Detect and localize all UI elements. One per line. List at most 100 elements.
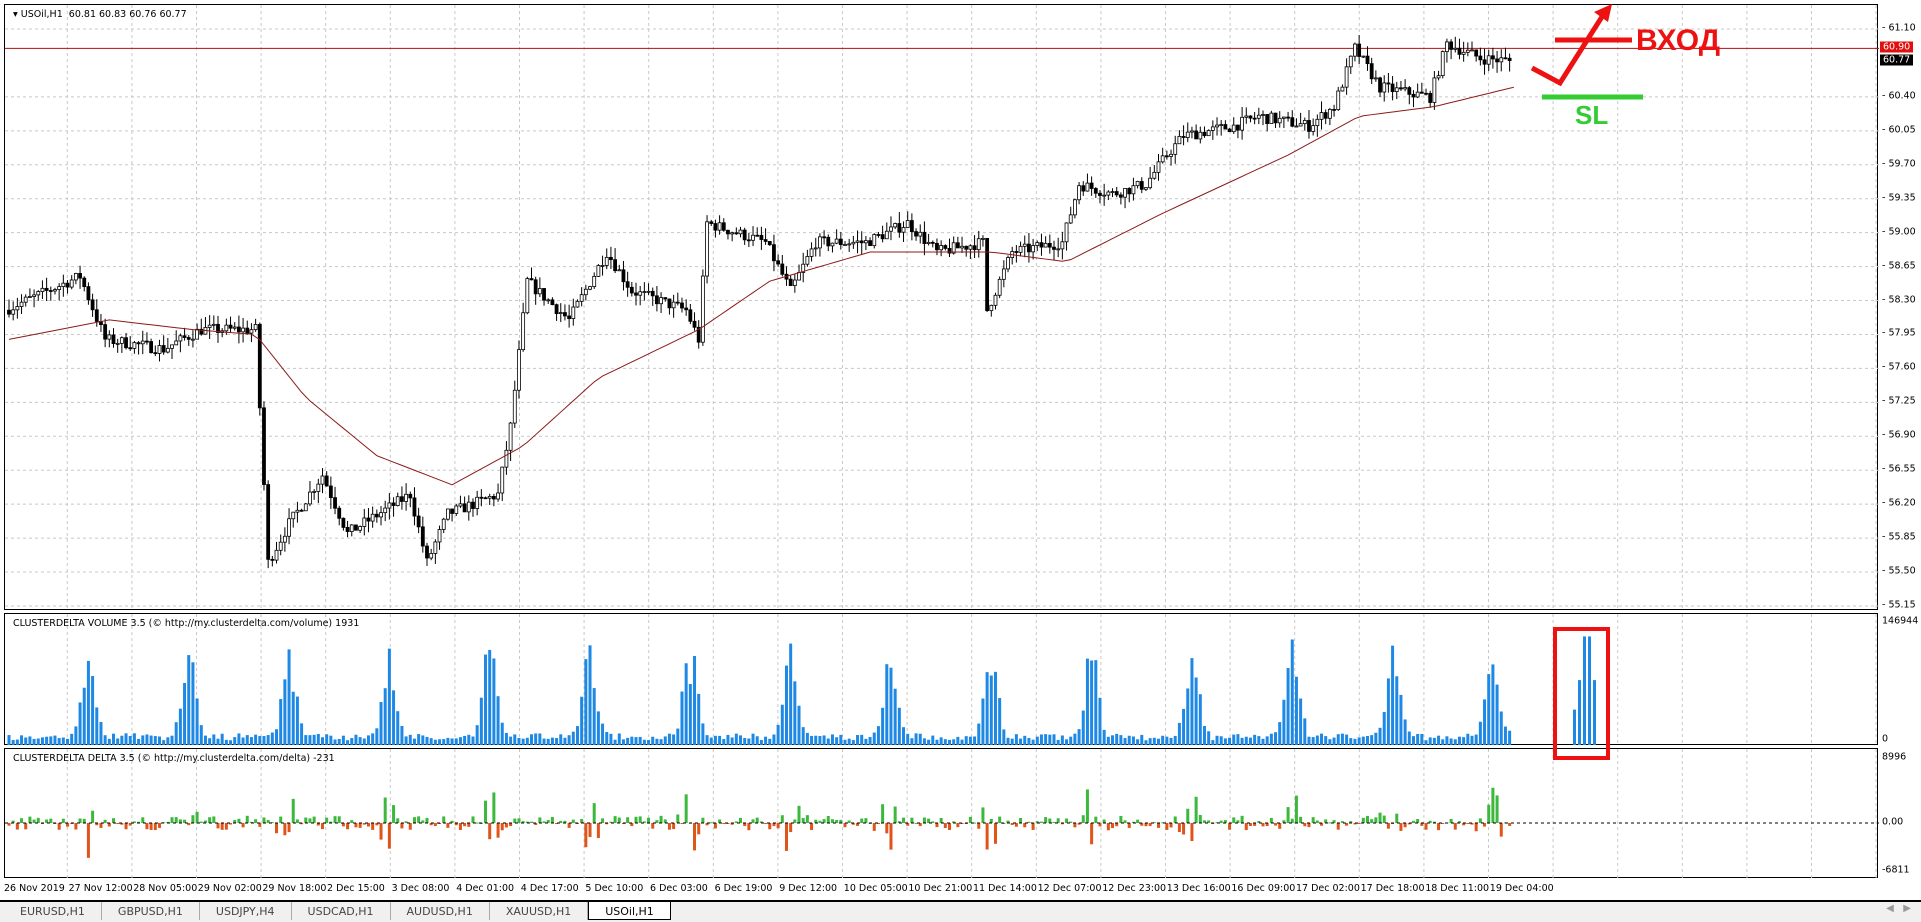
- volume-bar: [295, 696, 299, 745]
- candle-bull: [738, 229, 743, 235]
- candle-bear: [1273, 112, 1278, 124]
- candle-bull: [454, 505, 459, 514]
- tab-gbpusd-h1[interactable]: GBPUSD,H1: [102, 902, 200, 920]
- candle-bull: [1077, 185, 1081, 201]
- candle-bull: [1348, 55, 1353, 68]
- volume-bar: [642, 739, 646, 745]
- delta-indicator-pane[interactable]: CLUSTERDELTA DELTA 3.5 (© http://my.clus…: [4, 748, 1879, 879]
- candle-bear: [182, 335, 187, 338]
- tab-usoil-h1[interactable]: USOil,H1: [588, 902, 671, 920]
- candle-bear: [859, 240, 864, 244]
- candle-bull: [1436, 75, 1441, 79]
- candle-bull: [27, 296, 32, 298]
- tab-audusd-h1[interactable]: AUDUSD,H1: [391, 902, 490, 920]
- delta-bar-positive: [538, 817, 542, 823]
- candle-bear: [366, 517, 371, 522]
- delta-bar-positive: [981, 807, 985, 823]
- volume-bar: [429, 738, 433, 745]
- delta-bar-negative: [149, 823, 153, 830]
- candle-bull: [387, 502, 392, 509]
- volume-bar: [183, 682, 187, 745]
- candle-bear: [943, 245, 948, 249]
- volume-bar: [676, 728, 680, 745]
- delta-bar-negative: [1483, 823, 1487, 827]
- volume-bar: [998, 698, 1002, 745]
- delta-bar-positive: [32, 819, 36, 823]
- delta-bar-negative: [1437, 823, 1441, 831]
- volume-bar: [145, 734, 149, 745]
- tab-usdjpy-h4[interactable]: USDJPY,H4: [200, 902, 292, 920]
- candle-bull: [57, 286, 62, 290]
- delta-bar-positive: [1286, 807, 1290, 823]
- delta-bar-negative: [584, 823, 588, 848]
- candle-bull: [1152, 171, 1157, 179]
- candle-bull: [303, 503, 308, 512]
- delta-bar-negative: [1357, 823, 1361, 824]
- delta-bar-negative: [341, 823, 345, 827]
- delta-bar-negative: [789, 823, 793, 833]
- candle-bear: [763, 239, 768, 242]
- delta-bar-positive: [174, 817, 178, 823]
- volume-bar: [425, 736, 429, 745]
- volume-bar: [580, 696, 584, 745]
- candle-bull: [282, 535, 287, 543]
- volume-bar: [922, 738, 926, 745]
- candle-bull: [370, 513, 375, 522]
- delta-bar-positive: [262, 817, 266, 823]
- volume-bar: [868, 736, 872, 745]
- delta-bar-negative: [1386, 823, 1390, 829]
- volume-indicator-pane[interactable]: CLUSTERDELTA VOLUME 3.5 (© http://my.clu…: [4, 613, 1878, 746]
- delta-bar-negative: [885, 823, 889, 834]
- delta-bar-positive: [304, 817, 308, 823]
- candle-bull: [1106, 191, 1111, 196]
- candle-bull: [1336, 90, 1341, 111]
- candle-bear: [1449, 41, 1453, 50]
- volume-bar: [784, 665, 788, 745]
- delta-bar-negative: [764, 823, 768, 824]
- volume-bar: [103, 735, 107, 745]
- delta-bar-negative: [354, 823, 358, 828]
- candle-bull: [249, 329, 254, 334]
- tab-eurusd-h1[interactable]: EURUSD,H1: [4, 902, 102, 920]
- delta-bar-negative: [157, 823, 161, 828]
- candle-bear: [450, 508, 454, 514]
- candle-bull: [1415, 91, 1420, 98]
- volume-bar: [1391, 645, 1395, 745]
- candle-bear: [650, 290, 655, 297]
- volume-bar: [688, 684, 692, 745]
- volume-bar: [1144, 740, 1148, 745]
- tab-scroll-arrows[interactable]: ◀ ▶: [1886, 903, 1911, 914]
- volume-bar: [993, 671, 997, 745]
- delta-bar-positive: [170, 817, 174, 823]
- delta-bar-positive: [333, 816, 337, 823]
- delta-bar-negative: [1453, 823, 1457, 830]
- delta-bar-positive: [1198, 814, 1202, 823]
- volume-bar: [1487, 674, 1491, 745]
- volume-bar: [15, 739, 19, 745]
- volume-bar: [1219, 736, 1223, 745]
- candle-bull: [1373, 77, 1378, 80]
- volume-bar: [1286, 668, 1290, 745]
- price-chart-pane[interactable]: ▾ USOil,H1 60.81 60.83 60.76 60.77: [4, 4, 1879, 611]
- candle-bear: [1093, 188, 1098, 194]
- candle-bear: [145, 340, 149, 343]
- candle-bull: [1068, 214, 1073, 224]
- time-tick: 18 Dec 11:00: [1425, 883, 1490, 894]
- tab-usdcad-h1[interactable]: USDCAD,H1: [292, 902, 391, 920]
- candle-bear: [909, 220, 914, 233]
- volume-bar: [1336, 734, 1340, 745]
- candle-bull: [1269, 112, 1274, 124]
- candle-bear: [124, 337, 128, 349]
- volume-bar: [864, 738, 868, 745]
- delta-bar-positive: [709, 822, 713, 824]
- candle-bull: [1361, 55, 1366, 58]
- candle-bear: [479, 496, 484, 499]
- candle-bear: [1478, 55, 1483, 61]
- volume-bar: [1019, 738, 1023, 745]
- volume-bar: [166, 737, 170, 745]
- delta-bar-negative: [15, 823, 19, 830]
- volume-bar: [1420, 733, 1424, 745]
- candle-bear: [550, 299, 555, 306]
- tab-xauusd-h1[interactable]: XAUUSD,H1: [490, 902, 589, 920]
- candle-bull: [500, 466, 505, 494]
